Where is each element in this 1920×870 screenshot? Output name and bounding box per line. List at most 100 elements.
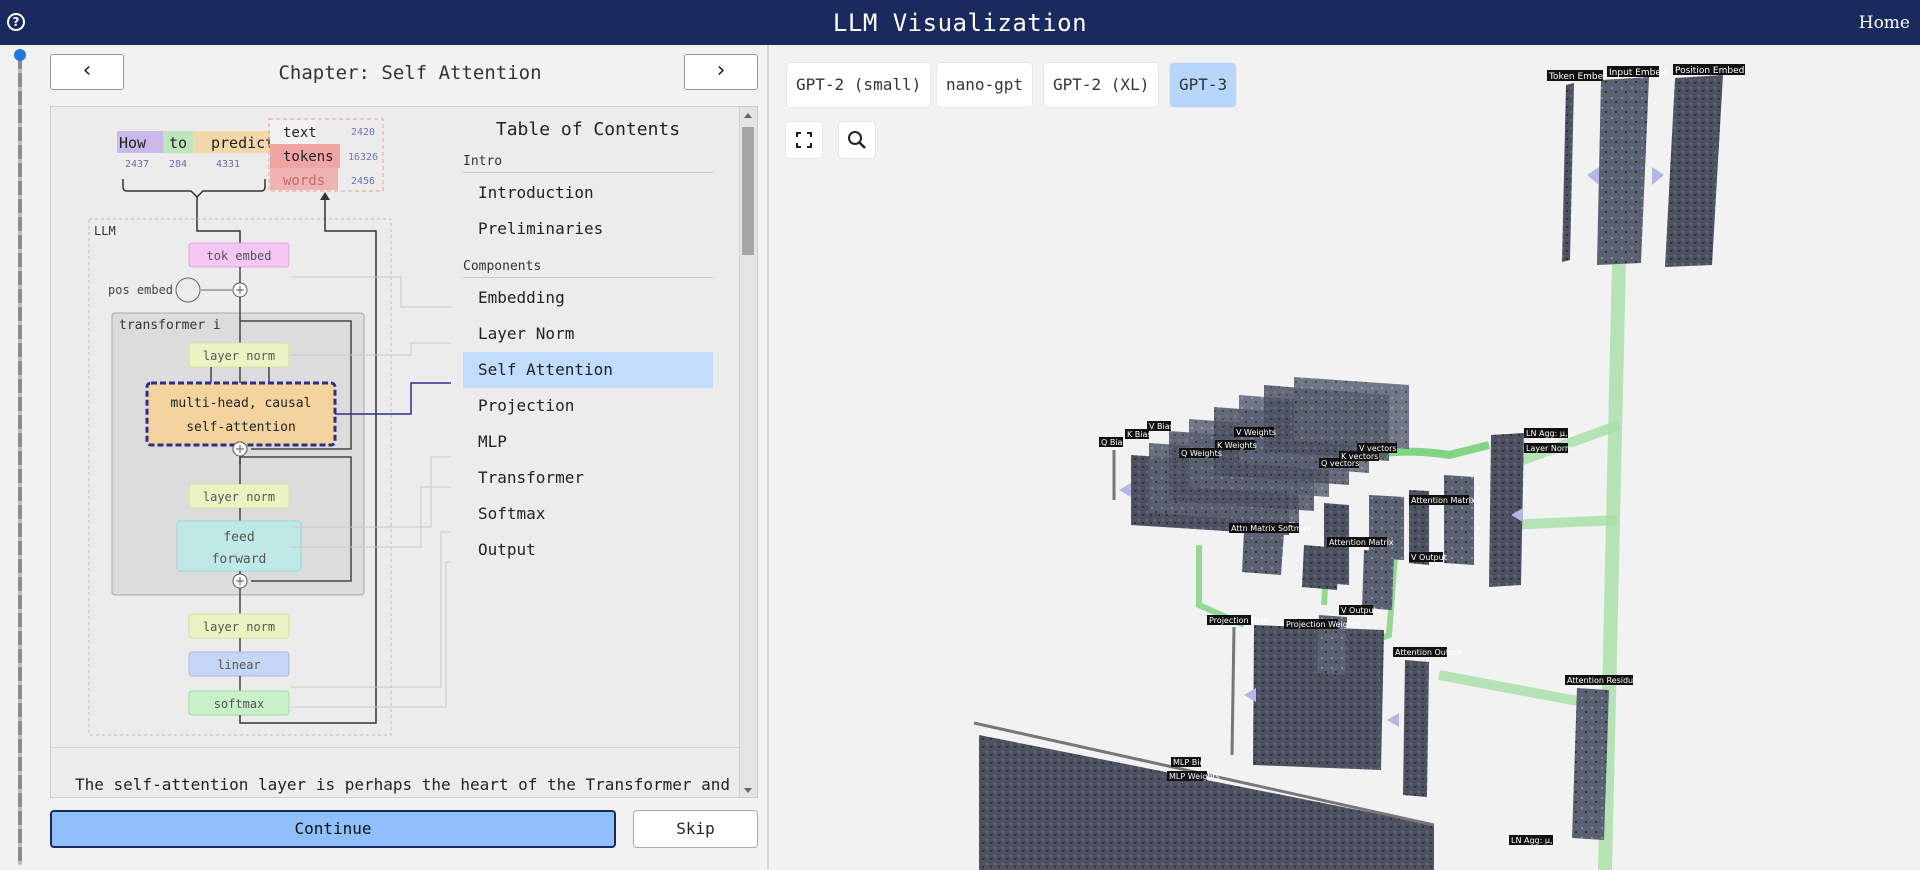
attention-matrix-label: Attention Matrix <box>1329 538 1394 547</box>
toc-item-self-attention[interactable]: Self Attention <box>463 352 713 388</box>
arrow-icon <box>1652 167 1664 185</box>
toc-title: Table of Contents <box>495 119 681 140</box>
attention-output-label: Attention Output <box>1395 648 1462 657</box>
chapter-paragraph: The self-attention layer is perhaps the … <box>75 775 731 794</box>
arrow-icon <box>1587 167 1599 185</box>
chapter-content[interactable]: How to predict 2437 284 4331 text tokens… <box>50 106 758 798</box>
toc-item-layer-norm[interactable]: Layer Norm <box>463 316 713 352</box>
layer-norm-label: Layer Norm <box>1526 444 1573 453</box>
v-output-label: V Output <box>1411 553 1447 562</box>
toc-item-introduction[interactable]: Introduction <box>463 175 713 211</box>
prev-chapter-button[interactable]: ‹ <box>50 54 124 90</box>
3d-scene[interactable]: Token Embed Input Embed Position Embed Q… <box>769 45 1920 870</box>
toc-item-preliminaries[interactable]: Preliminaries <box>463 211 713 247</box>
toc-section-intro: Intro <box>463 150 713 173</box>
chapter-progress-rail[interactable] <box>18 55 22 865</box>
attention-matrix-label-2: Attention Matrix <box>1411 496 1476 505</box>
ln-agg-label: LN Agg: μ, σ <box>1526 429 1575 438</box>
expand-icon <box>796 132 812 148</box>
mlp-weights-label: MLP Weights <box>1169 772 1220 781</box>
legend-text-count: 2420 <box>351 127 375 138</box>
attn-softmax-label: Attn Matrix Softmax <box>1231 524 1311 533</box>
attention-matrix <box>1302 545 1339 590</box>
content-divider <box>51 747 741 748</box>
scrollbar-thumb[interactable] <box>742 127 754 255</box>
input-embed-label: Input Embed <box>1609 68 1667 78</box>
legend-words-count: 2456 <box>351 176 375 187</box>
v-bias-label: V Bias <box>1149 422 1174 431</box>
projection-weights-label: Projection Weights <box>1286 620 1360 629</box>
toc-section-components: Components <box>463 255 713 278</box>
flow-line <box>196 197 241 245</box>
legend-text: text <box>283 125 317 141</box>
transformer-label: transformer i <box>119 318 221 333</box>
top-bar: ? LLM Visualization Home <box>0 0 1920 45</box>
legend-tokens: tokens <box>283 149 334 165</box>
toc-item-transformer[interactable]: Transformer <box>463 460 713 496</box>
softmax-label: softmax <box>214 697 265 711</box>
position-embed-matrix <box>1665 75 1723 267</box>
tutorial-panel: ‹ Chapter: Self Attention › How to predi… <box>50 52 758 870</box>
q-weights-label: Q Weights <box>1181 449 1222 458</box>
token-predict: predict <box>211 134 274 152</box>
pos-embed-circle <box>175 277 201 303</box>
projection-bias-label: Projection Bias <box>1209 616 1268 625</box>
layer-norm-label-1: layer norm <box>203 349 275 363</box>
k-vectors-label: K vectors <box>1341 452 1378 461</box>
model-gpt2-small-button[interactable]: GPT-2 (small) <box>787 63 931 107</box>
feed-forward-label-1: feed <box>223 530 254 545</box>
token-how: How <box>119 134 147 152</box>
model-viewport[interactable]: Token Embed Input Embed Position Embed Q… <box>769 45 1920 870</box>
next-chapter-button[interactable]: › <box>684 54 758 90</box>
k-bias-label: K Bias <box>1127 430 1152 439</box>
linear-label: linear <box>217 658 260 672</box>
search-icon <box>848 131 866 149</box>
v-vectors-label: V vectors <box>1359 444 1397 453</box>
continue-button[interactable]: Continue <box>50 810 616 848</box>
model-nano-gpt-button[interactable]: nano-gpt <box>937 63 1033 107</box>
toc-item-mlp[interactable]: MLP <box>463 424 713 460</box>
input-embed-matrix <box>1597 77 1649 265</box>
table-of-contents: Table of Contents Intro Introduction Pre… <box>463 119 713 568</box>
scroll-up-icon[interactable] <box>744 113 752 118</box>
content-scrollbar[interactable] <box>739 107 757 797</box>
k-weights-label: K Weights <box>1217 441 1257 450</box>
token-id-2: 4331 <box>216 159 240 170</box>
llm-label: LLM <box>94 224 116 238</box>
v-output-label-2: V Output <box>1341 606 1377 615</box>
token-brace <box>122 179 266 199</box>
legend-tokens-count: 16326 <box>348 152 378 163</box>
attention-residual-label: Attention Residual <box>1567 676 1640 685</box>
app-title: LLM Visualization <box>832 9 1088 37</box>
v-output-matrix <box>1362 550 1394 610</box>
token-embed-label: Token Embed <box>1548 72 1609 82</box>
architecture-diagram: How to predict 2437 284 4331 text tokens… <box>88 118 451 736</box>
residual-branch <box>1438 420 1621 710</box>
token-id-1: 284 <box>169 159 187 170</box>
layer-norm-label-2: layer norm <box>203 490 275 504</box>
token-id-0: 2437 <box>125 159 149 170</box>
chapter-title: Chapter: Self Attention <box>278 62 542 84</box>
self-attention-label-2: self-attention <box>186 420 296 435</box>
feed-forward-label-2: forward <box>212 552 267 567</box>
layer-norm-label-3: layer norm <box>203 620 275 634</box>
skip-button[interactable]: Skip <box>633 810 758 848</box>
attn-softmax-matrix <box>1242 530 1284 575</box>
attention-residual-matrix <box>1572 688 1609 840</box>
search-button[interactable] <box>839 122 875 158</box>
q-bias-label: Q Bias <box>1101 438 1127 447</box>
toc-item-embedding[interactable]: Embedding <box>463 280 713 316</box>
progress-marker[interactable] <box>14 49 26 61</box>
toc-item-output[interactable]: Output <box>463 532 713 568</box>
token-to: to <box>169 134 187 152</box>
home-link[interactable]: Home <box>1859 13 1910 33</box>
scroll-down-icon[interactable] <box>744 788 752 793</box>
fullscreen-button[interactable] <box>786 122 822 158</box>
mlp-bias-label: MLP Bias <box>1173 758 1209 767</box>
toc-item-projection[interactable]: Projection <box>463 388 713 424</box>
model-gpt3-button[interactable]: GPT-3 <box>1170 63 1237 107</box>
self-attention-label-1: multi-head, causal <box>171 396 312 411</box>
toc-item-softmax[interactable]: Softmax <box>463 496 713 532</box>
arrow-head <box>320 192 330 200</box>
model-gpt2-xl-button[interactable]: GPT-2 (XL) <box>1044 63 1159 107</box>
